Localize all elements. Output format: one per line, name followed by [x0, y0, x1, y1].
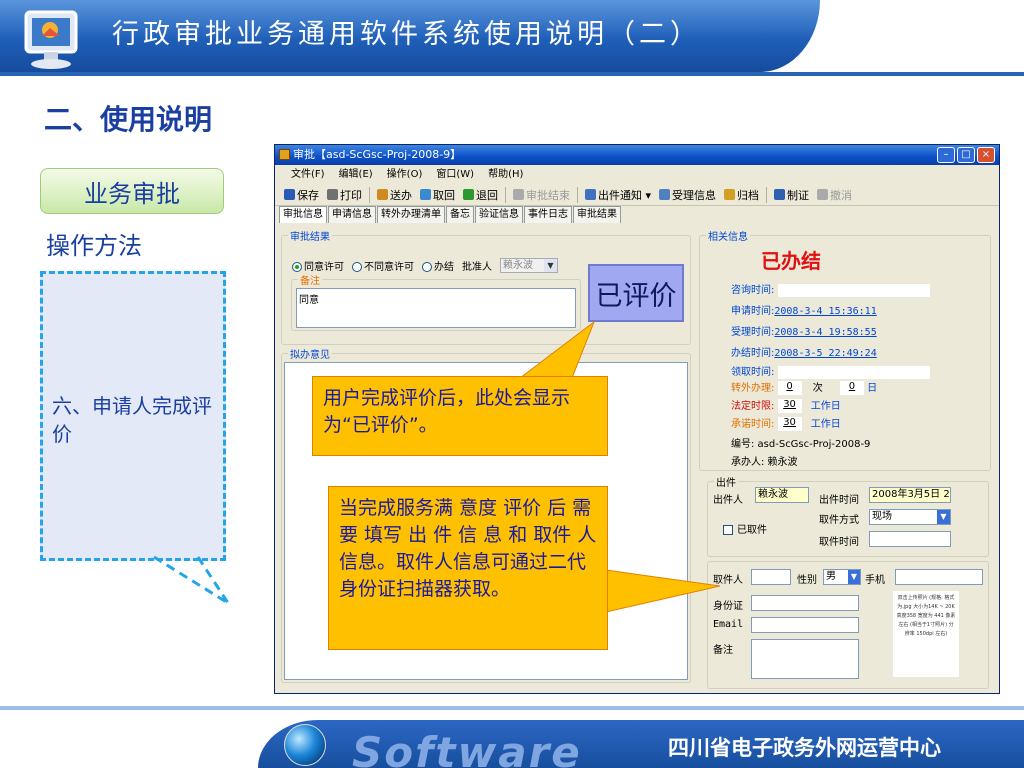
footer-org: 四川省电子政务外网运营中心 — [668, 736, 941, 760]
footer-line — [0, 706, 1024, 710]
rated-callout-pointer — [518, 320, 596, 379]
pickup-callout-pointer — [605, 569, 721, 613]
rated-callout: 用户完成评价后，此处会显示为“已评价”。 — [312, 376, 608, 456]
globe-icon — [284, 724, 326, 766]
pickup-callout: 当完成服务满 意度 评价 后 需 要 填写 出 件 信 息 和 取件 人信息。取… — [328, 486, 608, 650]
footer: Software 四川省电子政务外网运营中心 — [0, 706, 1024, 768]
footer-brand: Software — [352, 728, 582, 768]
